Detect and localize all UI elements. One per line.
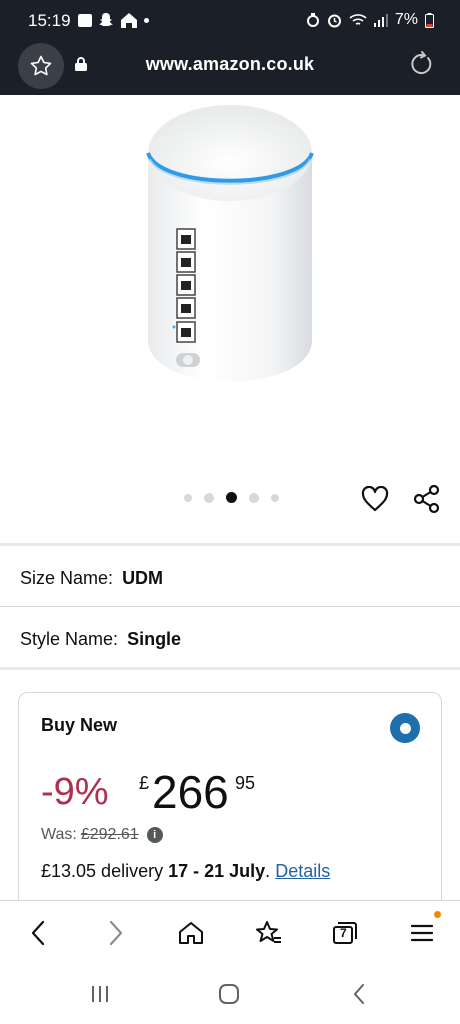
share-icon[interactable] <box>413 484 441 514</box>
gallery-notification-icon <box>78 13 92 27</box>
more-notifications-dot <box>144 17 149 23</box>
hamburger-menu-icon <box>411 924 433 942</box>
size-variation-row[interactable]: Size Name: UDM <box>20 568 163 589</box>
info-icon[interactable]: i <box>146 827 163 843</box>
status-right: 7% <box>306 11 434 29</box>
delivery-info: £13.05 delivery 17 - 21 July. Details <box>41 861 330 882</box>
style-value: Single <box>127 629 182 649</box>
divider <box>0 543 460 546</box>
home-nav-icon[interactable] <box>218 983 240 1005</box>
browser-bottom-nav: 7 <box>0 900 460 966</box>
size-value: UDM <box>122 568 164 588</box>
url-text[interactable]: www.amazon.co.uk <box>0 54 460 75</box>
radio-selected-dot <box>399 722 411 734</box>
reload-icon[interactable] <box>408 51 434 77</box>
delivery-period: . <box>265 861 271 881</box>
buy-new-radio[interactable] <box>390 713 420 743</box>
style-variation-row[interactable]: Style Name: Single <box>20 629 181 650</box>
price-currency: £ <box>139 773 150 793</box>
divider <box>0 606 460 607</box>
back-arrow-icon <box>31 920 45 946</box>
bookmarks-button[interactable] <box>250 915 286 951</box>
recent-apps-icon[interactable] <box>90 984 110 1004</box>
buy-new-title: Buy New <box>41 715 118 735</box>
heart-icon[interactable] <box>361 486 389 512</box>
tabs-button[interactable]: 7 <box>327 915 363 951</box>
was-price-row: Was: £292.61 i <box>41 826 163 844</box>
alarm-icon <box>327 14 341 27</box>
battery-icon <box>425 12 434 28</box>
buy-new-box[interactable]: Buy New -9% £ 266 95 Was: £292.61 i £13.… <box>18 692 442 932</box>
was-price: £292.61 <box>80 826 139 843</box>
tabs-count: 7 <box>340 926 347 940</box>
back-button[interactable] <box>20 915 56 951</box>
wifi-icon <box>349 14 367 25</box>
router-image <box>146 105 314 382</box>
carousel-dot[interactable] <box>249 492 259 503</box>
home-button[interactable] <box>173 915 209 951</box>
style-label: Style Name: <box>20 629 119 649</box>
price-fraction: 95 <box>235 773 256 793</box>
system-navigation-bar <box>0 966 460 1024</box>
price-whole: 266 <box>152 766 229 818</box>
status-time: 15:19 <box>28 11 71 30</box>
delivery-dates: 17 - 21 July <box>168 861 266 881</box>
delivery-details-link[interactable]: Details <box>275 861 330 881</box>
carousel-dot[interactable] <box>184 493 192 502</box>
signal-icon <box>373 13 388 27</box>
delivery-cost: £13.05 delivery <box>41 861 164 881</box>
image-carousel-dots[interactable] <box>184 492 279 503</box>
alarm-lock-icon <box>306 13 319 27</box>
menu-notification-badge <box>434 911 441 918</box>
snapchat-icon <box>99 13 113 26</box>
status-bar: 15:19 7% <box>0 0 460 40</box>
forward-button[interactable] <box>98 915 134 951</box>
was-label: Was: <box>41 826 77 843</box>
browser-toolbar: www.amazon.co.uk <box>0 40 460 95</box>
menu-button[interactable] <box>404 915 440 951</box>
product-image[interactable] <box>0 95 460 480</box>
notification-icons <box>78 12 149 28</box>
size-label: Size Name: <box>20 568 114 588</box>
carousel-dot[interactable] <box>271 493 279 502</box>
battery-percent: 7% <box>394 11 418 28</box>
bookmarks-star-icon <box>256 921 281 943</box>
carousel-dot-active[interactable] <box>226 492 237 503</box>
discount-percent: -9% <box>41 771 109 813</box>
forward-arrow-icon <box>109 920 123 946</box>
home-icon <box>179 922 203 944</box>
carousel-dot[interactable] <box>204 492 214 503</box>
back-nav-icon[interactable] <box>352 983 366 1005</box>
divider <box>0 667 460 670</box>
home-notification-icon <box>121 13 137 28</box>
